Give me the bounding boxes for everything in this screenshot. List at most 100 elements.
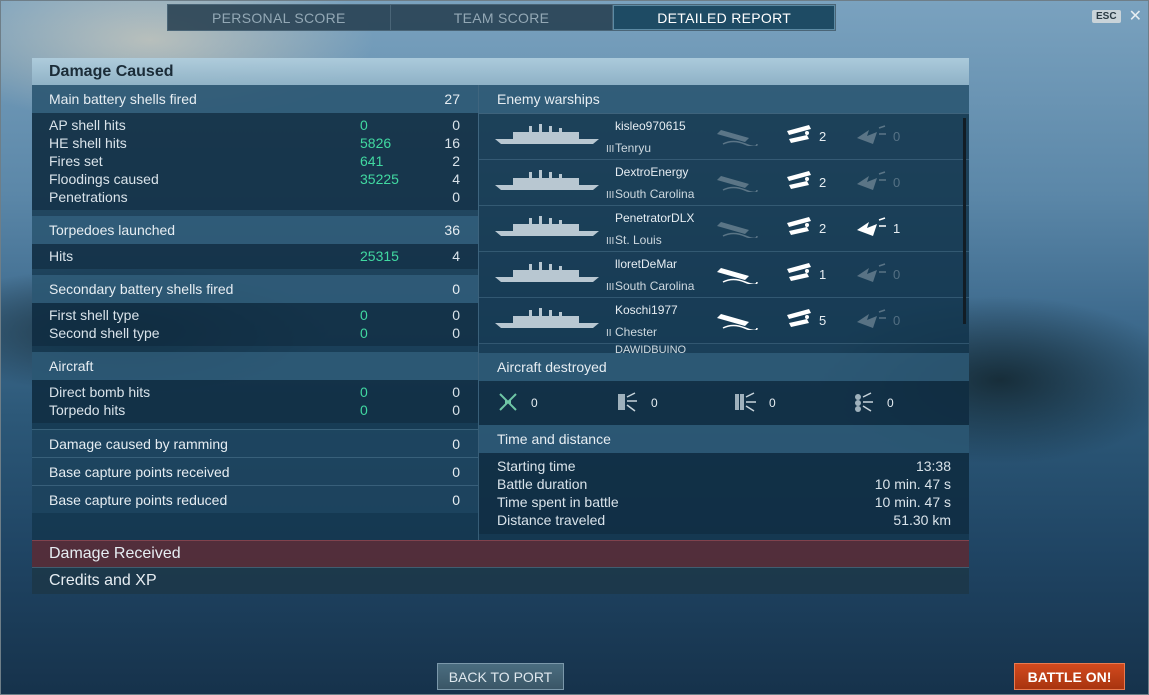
ramming-label: Damage caused by ramming [49,435,228,452]
enemy-ship-row: III PenetratorDLX St. Louis 2 1 [479,206,969,252]
main-battery-rows: AP shell hits 0 0 HE shell hits 5826 16 Fire… [32,113,478,210]
capture-reduced-value: 0 [452,491,460,508]
dive-bomber-icon [733,391,757,416]
ship-names: PenetratorDLX St. Louis [615,207,715,251]
crits-count: 1 [893,221,901,236]
aircraft-count: 0 [651,396,658,410]
ship-silhouette-icon: III [493,163,615,203]
hits-stat: 2 [785,169,855,196]
ship-name: Chester [615,324,658,339]
stat-label: Hits [49,248,74,264]
ship-list-scrollbar[interactable] [963,118,966,324]
time-row: Distance traveled 51.30 km [479,512,969,530]
enemy-ship-list[interactable]: III kisleo970615 Tenryu 2 0 III DextroEnergy So… [479,113,969,353]
capture-reduced-row: Base capture points reduced 0 [32,485,478,513]
stat-row: First shell type 0 0 [32,306,478,324]
stat-row: AP shell hits 0 0 [32,116,478,134]
ship-silhouette-icon: III [493,209,615,249]
main-battery-value: 27 [444,91,460,107]
stat-damage: 0 [360,384,368,400]
stat-label: Penetrations [49,189,128,205]
fighter-icon [497,392,519,415]
ramming-value: 0 [452,435,460,452]
destroyed-stat [715,170,785,195]
secondary-label: Secondary battery shells fired [49,281,234,297]
stat-label: Fires set [49,153,103,169]
stat-damage: 25315 [360,248,399,264]
ship-name: South Carolina [615,278,695,293]
back-to-port-button[interactable]: BACK TO PORT [437,663,564,690]
player-name: lloretDeMar [615,256,678,271]
credits-xp-section[interactable]: Credits and XP [32,567,969,594]
esc-key-badge[interactable]: ESC [1092,10,1121,23]
stat-row: HE shell hits 5826 16 [32,134,478,152]
ship-silhouette-icon: III [493,117,615,157]
battle-on-button[interactable]: BATTLE ON! [1014,663,1125,690]
capture-received-row: Base capture points received 0 [32,457,478,485]
sunk-ship-icon [715,124,759,149]
ship-names: DextroEnergy South Carolina [615,161,715,205]
stat-row: Direct bomb hits 0 0 [32,383,478,401]
time-value: 51.30 km [893,512,951,528]
ship-tier: III [606,189,615,201]
capture-received-label: Base capture points received [49,463,230,480]
aircraft-stat: 0 [851,391,969,416]
destroyed-stat [715,308,785,333]
damage-received-section[interactable]: Damage Received [32,540,969,567]
player-name: PenetratorDLX [615,210,695,225]
aircraft-stat: 0 [497,392,615,415]
close-icon[interactable]: ✕ [1129,8,1142,24]
tab-team-score[interactable]: TEAM SCORE [391,5,614,30]
stat-damage: 0 [360,307,368,323]
stat-damage: 5826 [360,135,392,151]
ship-silhouette-icon: II [493,301,615,341]
ship-names: Koschi1977 Chester [615,299,715,343]
enemy-warships-header: Enemy warships [479,85,969,113]
stat-damage: 35225 [360,171,399,187]
destroyed-stat [715,262,785,287]
player-name: DextroEnergy [615,164,689,179]
main-battery-header: Main battery shells fired 27 [32,85,478,113]
hits-stat: 5 [785,307,855,334]
hits-stat: 2 [785,215,855,242]
time-row: Battle duration 10 min. 47 s [479,476,969,494]
tab-personal-score[interactable]: PERSONAL SCORE [168,5,391,30]
torpedoes-label: Torpedoes launched [49,222,176,238]
crits-stat: 0 [855,262,925,287]
torpedoes-header: Torpedoes launched 36 [32,216,478,244]
crits-stat: 0 [855,124,925,149]
tab-detailed-report[interactable]: DETAILED REPORT [613,5,836,30]
time-value: 10 min. 47 s [874,494,951,510]
stat-row: Floodings caused 35225 4 [32,170,478,188]
destroyed-stat [715,216,785,241]
time-label: Battle duration [497,476,588,492]
aircraft-stat: 0 [733,391,851,416]
aircraft-header: Aircraft [32,352,478,380]
time-row: Time spent in battle 10 min. 47 s [479,494,969,512]
stat-row: Fires set 641 2 [32,152,478,170]
sunk-ship-icon [715,216,759,241]
ship-names: kisleo970615 Tenryu [615,115,715,159]
ship-silhouette-icon: III [493,255,615,295]
report-tabs: PERSONAL SCORE TEAM SCORE DETAILED REPOR… [167,4,836,31]
ramming-row: Damage caused by ramming 0 [32,429,478,457]
enemy-ship-row: III DextroEnergy South Carolina 2 0 [479,160,969,206]
ship-tier: III [606,143,615,155]
ship-tier: II [606,327,612,339]
secondary-header: Secondary battery shells fired 0 [32,275,478,303]
aircraft-rows: Direct bomb hits 0 0 Torpedo hits 0 0 [32,380,478,423]
torpedo-bomber-icon [615,391,639,416]
aircraft-stat: 0 [615,391,733,416]
torpedoes-value: 36 [444,222,460,238]
enemy-ship-row: III kisleo970615 Tenryu 2 0 [479,114,969,160]
stat-label: First shell type [49,307,140,323]
time-distance-rows: Starting time 13:38 Battle duration 10 min… [479,453,969,534]
shell-hits-icon [785,215,813,242]
stat-count: 0 [452,325,460,341]
time-row: Starting time 13:38 [479,458,969,476]
stat-damage: 0 [360,402,368,418]
stat-row: Torpedo hits 0 0 [32,401,478,419]
detailed-report-panel: Damage Caused Main battery shells fired … [32,58,969,594]
damage-caused-header[interactable]: Damage Caused [32,58,969,85]
damage-caused-stats: Main battery shells fired 27 AP shell hi… [32,85,479,540]
